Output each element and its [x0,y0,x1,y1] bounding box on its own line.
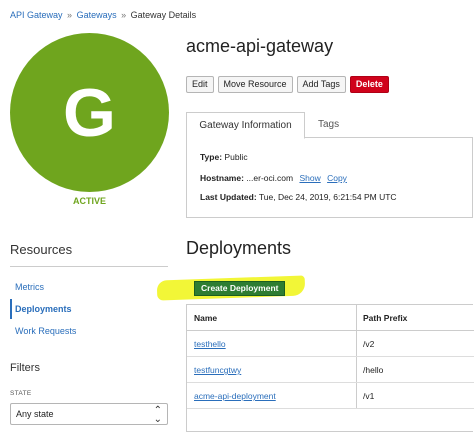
copy-hostname-link[interactable]: Copy [327,173,347,183]
status-badge: ACTIVE [72,196,106,206]
tab-gateway-information[interactable]: Gateway Information [186,112,305,139]
hostname-row: Hostname: ...er-oci.com Show Copy [200,173,347,183]
tab-tags[interactable]: Tags [306,112,351,139]
deployments-table: Name Path Prefix testhello /v2 testfuncg… [186,304,474,432]
deployment-path-prefix: /v1 [363,391,375,401]
resource-item-deployments[interactable]: Deployments [10,299,168,319]
deployments-heading: Deployments [186,238,292,258]
breadcrumb-separator: » [121,10,127,20]
deployment-path-prefix: /v2 [363,339,375,349]
resource-item-metrics[interactable]: Metrics [10,277,168,297]
breadcrumb-separator: » [67,10,73,20]
state-filter-label: STATE [10,390,32,397]
deployment-name-link[interactable]: testfuncgtwy [194,365,241,375]
breadcrumb-api-gateway[interactable]: API Gateway [10,10,63,20]
last-updated-row: Last Updated: Tue, Dec 24, 2019, 6:21:54… [200,192,397,202]
info-content: Type: Public Hostname: ...er-oci.com Sho… [186,138,473,218]
show-hostname-link[interactable]: Show [299,173,320,183]
resources-heading: Resources [10,242,73,257]
breadcrumb-current: Gateway Details [130,10,197,20]
avatar-letter: G [63,74,116,151]
table-row: testfuncgtwy /hello [187,357,474,383]
hostname-value: ...er-oci.com [246,173,294,183]
add-tags-button[interactable]: Add Tags [296,76,346,93]
state-filter-value: Any state [16,409,54,419]
table-header: Name Path Prefix [187,305,474,331]
type-value: Public [224,152,248,162]
deployment-path-prefix: /hello [363,365,384,375]
gateway-info-panel: Gateway Information Tags Type: Public Ho… [186,112,473,218]
last-updated-value: Tue, Dec 24, 2019, 6:21:54 PM UTC [258,192,397,202]
move-resource-button[interactable]: Move Resource [217,76,293,93]
edit-button[interactable]: Edit [186,76,214,93]
column-header-path-prefix[interactable]: Path Prefix [363,305,407,331]
table-row: testhello /v2 [187,331,474,357]
deployment-name-link[interactable]: acme-api-deployment [194,391,276,401]
breadcrumb: API Gateway » Gateways » Gateway Details [10,10,196,20]
create-deployment-button[interactable]: Create Deployment [194,281,286,296]
resources-divider [10,266,168,267]
type-label: Type: [200,152,223,162]
type-row: Type: Public [200,152,248,162]
deployment-name-link[interactable]: testhello [194,339,226,349]
updown-chevron-icon: ⌃ ⌄ [153,405,162,425]
hostname-label: Hostname: [200,173,244,183]
delete-button[interactable]: Delete [349,76,389,93]
column-header-name[interactable]: Name [194,305,217,331]
info-tabs: Gateway Information Tags [186,112,473,139]
action-toolbar: Edit Move Resource Add Tags Delete [186,76,389,93]
table-row: acme-api-deployment /v1 [187,383,474,409]
resource-item-work-requests[interactable]: Work Requests [10,321,168,341]
state-filter-select[interactable]: Any state ⌃ ⌄ [10,403,168,425]
filters-heading: Filters [10,362,40,374]
breadcrumb-gateways[interactable]: Gateways [77,10,117,20]
page-title: acme-api-gateway [186,36,334,56]
last-updated-label: Last Updated: [200,192,257,202]
gateway-avatar: G [10,33,169,192]
